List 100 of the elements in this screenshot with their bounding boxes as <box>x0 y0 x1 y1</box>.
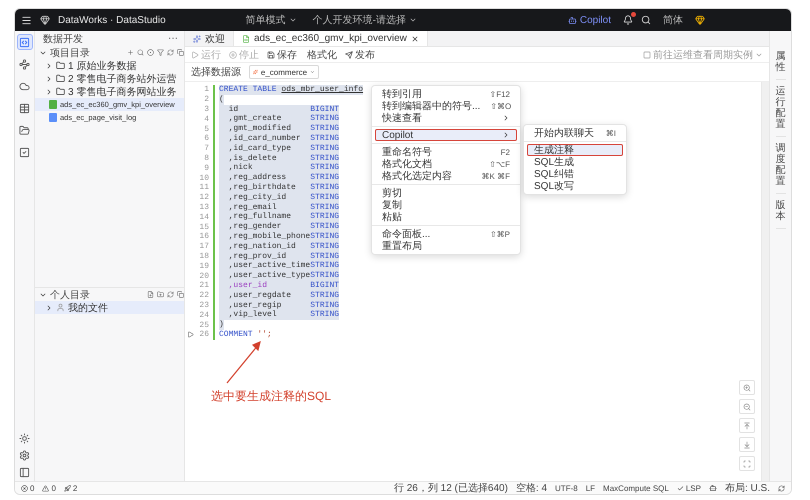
side-panel-tab[interactable]: 调度配置 <box>776 137 786 194</box>
menu-item[interactable]: 开始内联聊天 ⌘I <box>527 127 623 139</box>
line-number: 25 <box>198 320 210 330</box>
line-number: 2 <box>203 95 210 104</box>
arrow-up-icon <box>743 422 751 430</box>
lsp-status[interactable]: LSP <box>676 484 701 492</box>
menu-item[interactable]: 转到引用 ⇧F12 <box>375 88 517 100</box>
menu-item[interactable]: SQL生成 <box>527 156 623 168</box>
menu-icon[interactable] <box>21 14 32 26</box>
line-number: 5 <box>203 124 210 134</box>
line-number: 9 <box>203 164 210 173</box>
cursor-position[interactable]: 行 26，列 12 (已选择640) <box>394 481 508 494</box>
menu-item[interactable]: 复制 <box>375 199 517 211</box>
rocket-icon <box>64 484 71 492</box>
checkbox-icon <box>643 50 651 58</box>
toolbar-button[interactable]: 保存 <box>267 48 297 62</box>
annotation-text: 选中要生成注释的SQL <box>211 388 332 405</box>
line-number: 7 <box>203 144 210 154</box>
folder-label[interactable]: 3 零售电子商务网站业务 <box>68 84 176 98</box>
folder-label[interactable]: 2 零售电子商务站外运营 <box>68 72 176 86</box>
activity-icon[interactable] <box>16 34 32 50</box>
tasks-status[interactable]: 2 <box>64 484 78 492</box>
layout-status[interactable]: 布局: U.S. <box>724 481 770 494</box>
datasource-select[interactable]: e_commerce <box>249 65 319 79</box>
chevron-down-icon <box>310 68 315 76</box>
copilot-button[interactable]: Copilot <box>564 14 615 26</box>
environment-dropdown[interactable]: 个人开发环境-请选择 <box>308 13 421 27</box>
check-icon <box>676 484 684 492</box>
gem-icon <box>695 15 705 25</box>
theme-icon[interactable] <box>19 433 30 444</box>
send-icon <box>345 50 353 58</box>
run-icon[interactable] <box>186 331 194 338</box>
line-number: 13 <box>198 202 210 212</box>
toolbar-button[interactable]: 发布 <box>345 48 375 62</box>
toolbar-icon[interactable] <box>157 49 164 56</box>
menu-item[interactable]: 剪切 <box>375 187 517 199</box>
folder-label[interactable]: 1 原始业务数据 <box>68 58 136 72</box>
sync-icon[interactable] <box>778 484 785 492</box>
section-title: 项目目录 <box>50 46 90 60</box>
settings-icon[interactable] <box>19 450 30 461</box>
errors-status[interactable]: 0 <box>21 484 34 492</box>
line-number: 14 <box>198 212 210 222</box>
menu-item[interactable]: 格式化文档 ⇧⌥F <box>375 158 517 170</box>
menu-item[interactable]: SQL纠错 <box>527 168 623 180</box>
folder-icon <box>56 87 65 96</box>
menu-item[interactable]: SQL改写 <box>527 180 623 192</box>
line-number: 26 <box>198 330 210 340</box>
menu-item[interactable]: 快速查看 <box>375 112 517 124</box>
menu-item[interactable]: 重置布局 <box>375 240 517 252</box>
warnings-status[interactable]: 0 <box>42 484 56 492</box>
line-number: 6 <box>203 134 210 144</box>
line-number: 15 <box>198 222 210 232</box>
play-icon <box>191 50 199 58</box>
indent-status[interactable]: 空格: 4 <box>516 481 548 494</box>
toolbar-icon[interactable] <box>157 291 164 298</box>
menu-item[interactable]: 生成注释 <box>527 144 623 156</box>
toolbar-icon[interactable] <box>137 49 144 56</box>
encoding-status[interactable]: UTF-8 <box>555 484 578 492</box>
side-panel-tab[interactable]: 版本 <box>776 194 786 229</box>
menu-item[interactable]: 转到编辑器中的符号... ⇧⌘O <box>375 100 517 112</box>
toolbar-icon[interactable] <box>177 291 184 298</box>
menu-item[interactable]: 格式化选定内容 ⌘K ⌘F <box>375 170 517 182</box>
toolbar-icon[interactable] <box>167 291 174 298</box>
toolbar-button[interactable]: 格式化 <box>305 48 337 62</box>
stop-icon <box>229 50 237 58</box>
toolbar-icon[interactable] <box>147 291 154 298</box>
eol-status[interactable]: LF <box>586 484 596 492</box>
warning-icon <box>42 484 50 492</box>
toolbar-icon[interactable] <box>167 49 174 56</box>
language-button[interactable]: 简体 <box>659 13 687 27</box>
close-icon[interactable] <box>410 34 419 42</box>
save-icon <box>267 50 275 58</box>
line-number: 1 <box>203 85 210 94</box>
sparkle-icon <box>193 34 201 42</box>
arrow-down-icon <box>743 440 751 448</box>
more-button[interactable]: ··· <box>168 33 178 44</box>
scan-icon <box>743 460 751 468</box>
line-number: 16 <box>198 232 210 242</box>
menu-item[interactable]: 重命名符号 F2 <box>375 146 517 158</box>
menu-item[interactable]: Copilot <box>375 129 517 141</box>
toolbar-icon[interactable] <box>147 49 154 56</box>
scroll-bar[interactable] <box>761 82 769 481</box>
mode-dropdown[interactable]: 简单模式 <box>242 13 301 27</box>
chevron-down-icon <box>408 16 417 24</box>
line-number: 4 <box>203 114 210 124</box>
editor-tab[interactable]: ads_ec_ec360_gmv_kpi_overview <box>234 31 428 46</box>
side-panel-tab[interactable]: 运行配置 <box>776 80 786 137</box>
menu-item[interactable]: 粘贴 <box>375 211 517 223</box>
language-status[interactable]: MaxCompute SQL <box>603 484 669 492</box>
search-icon[interactable] <box>641 15 651 25</box>
panel-icon[interactable] <box>19 467 30 478</box>
robot-icon <box>568 16 577 24</box>
toolbar-icon[interactable] <box>177 49 184 56</box>
menu-item[interactable]: 命令面板... ⇧⌘P <box>375 228 517 240</box>
folder-icon <box>56 74 65 83</box>
side-panel-tab[interactable]: 属性 <box>776 45 786 80</box>
zoom-out-button[interactable] <box>739 399 755 414</box>
bell-icon[interactable] <box>623 15 633 25</box>
line-number: 10 <box>198 174 210 183</box>
zoom-in-button[interactable] <box>739 380 755 395</box>
